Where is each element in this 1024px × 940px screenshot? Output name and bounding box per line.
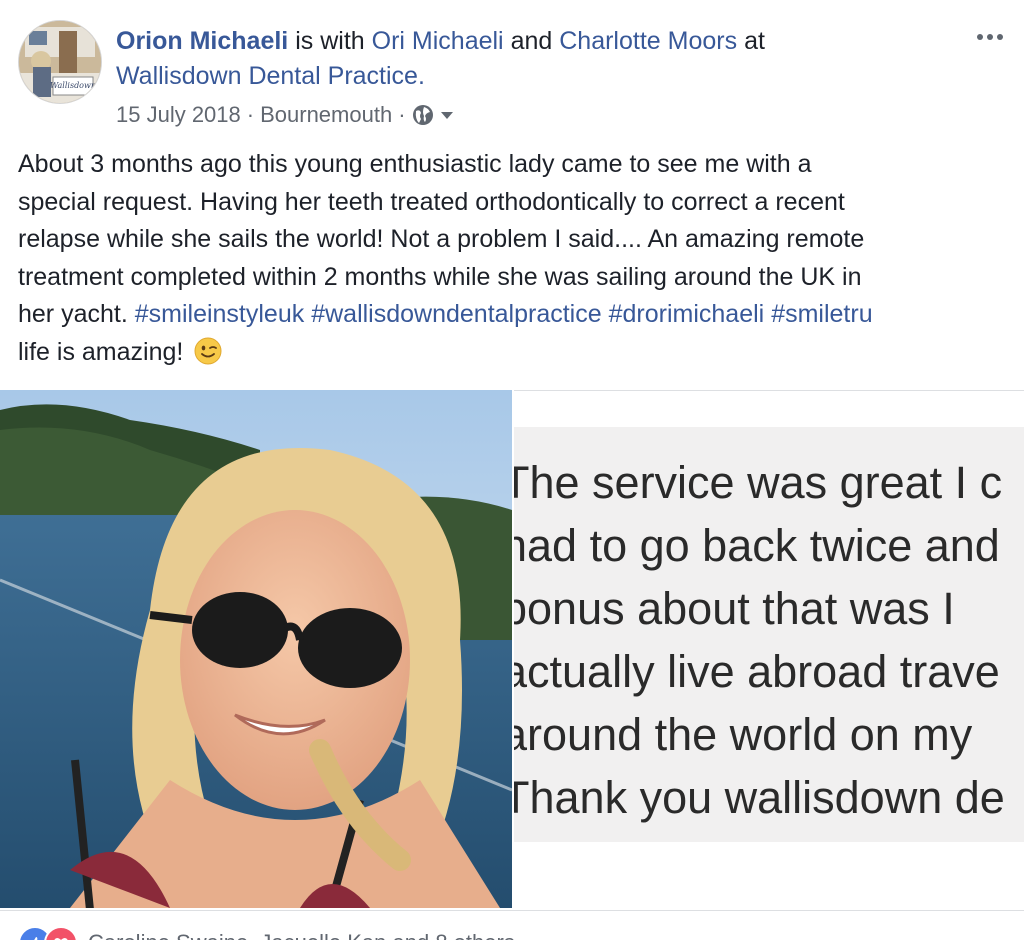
hashtag-link[interactable]: #smiletru <box>771 300 872 328</box>
and-text: and <box>510 27 553 55</box>
review-line: had to go back twice and <box>514 520 1000 571</box>
more-options-button[interactable] <box>970 22 1010 52</box>
globe-icon <box>412 105 433 125</box>
privacy-selector[interactable] <box>412 104 456 126</box>
post-body-line: relapse while she sails the world! Not a… <box>18 225 865 253</box>
reactions-divider <box>0 910 1024 911</box>
avatar-logo-text: Wallisdown <box>50 81 96 90</box>
meta-separator: · <box>246 102 255 127</box>
post-body: About 3 months ago this young enthusiast… <box>18 146 1014 371</box>
post-place[interactable]: Bournemouth <box>260 100 392 130</box>
caret-down-icon <box>440 112 453 119</box>
review-line: Thank you wallisdown de <box>514 772 1005 823</box>
tagged-person-2[interactable]: Charlotte Moors <box>559 27 737 55</box>
love-icon <box>44 926 78 940</box>
tagged-person-1[interactable]: Ori Michaeli <box>372 27 504 55</box>
review-line: around the world on my <box>514 709 973 760</box>
with-text: is with <box>295 27 365 55</box>
review-line: The service was great I c <box>514 457 1003 508</box>
post-photo-review[interactable]: The service was great I c had to go back… <box>514 390 1024 909</box>
post-meta: 15 July 2018 · Bournemouth · <box>116 100 456 130</box>
more-dot <box>987 34 993 40</box>
avatar-image: Wallisdown <box>19 21 101 103</box>
body-text-segment: life is amazing! <box>18 337 184 366</box>
selfie-photo <box>0 390 512 908</box>
review-line: bonus about that was I <box>514 583 955 634</box>
hashtag-link[interactable]: #wallisdowndentalpractice <box>311 300 601 328</box>
hashtag-link[interactable]: #smileinstyleuk <box>135 300 305 328</box>
at-text: at <box>744 27 765 55</box>
meta-separator: · <box>398 102 406 127</box>
post-header: Orion Michaeli is with Ori Michaeli and … <box>116 24 956 94</box>
review-line: actually live abroad trave <box>514 646 1000 697</box>
post-body-line: life is amazing! <box>18 334 1014 372</box>
author-avatar[interactable]: Wallisdown <box>18 20 102 104</box>
location-page-link[interactable]: Wallisdown Dental Practice. <box>116 62 425 90</box>
review-text-box: The service was great I c had to go back… <box>514 427 1024 842</box>
review-lines: The service was great I c had to go back… <box>514 451 1017 829</box>
post-body-line: About 3 months ago this young enthusiast… <box>18 150 812 178</box>
wink-emoji-icon <box>194 337 222 364</box>
post-photo-selfie[interactable] <box>0 390 514 908</box>
post-date[interactable]: 15 July 2018 <box>116 100 241 130</box>
hashtag-link[interactable]: #drorimichaeli <box>609 300 765 328</box>
reactions-names[interactable]: Caroline Swaine, Jacuelle Kan and 8 othe… <box>88 930 515 940</box>
author-name[interactable]: Orion Michaeli <box>116 27 288 55</box>
post-body-line: treatment completed within 2 months whil… <box>18 262 862 291</box>
more-dot <box>977 34 983 40</box>
post-body-line: special request. Having her teeth treate… <box>18 187 845 216</box>
body-text-segment: her yacht. <box>18 300 128 328</box>
post-body-line-hashtags: her yacht. #smileinstyleuk #wallisdownde… <box>18 296 1014 334</box>
reactions-bar[interactable]: Caroline Swaine, Jacuelle Kan and 8 othe… <box>18 926 515 940</box>
facebook-post: Wallisdown Orion Michaeli is with Ori Mi… <box>0 0 1024 940</box>
more-dot <box>997 34 1003 40</box>
